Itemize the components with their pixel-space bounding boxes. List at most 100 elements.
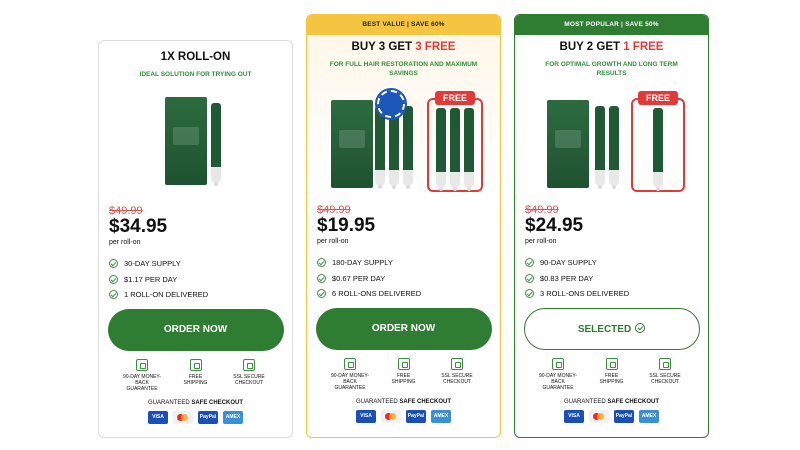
free-tag: FREE (637, 91, 679, 105)
price: $19.95 (317, 215, 376, 236)
safe-checkout-label: GUARANTEED SAFE CHECKOUT (147, 399, 243, 406)
payment-methods: VISA PayPal AMEX (99, 410, 292, 424)
pricing-card-1x: 1X ROLL-ON IDEAL SOLUTION FOR TRYING OUT… (98, 40, 293, 438)
check-icon (317, 273, 326, 283)
visa-icon: VISA (148, 410, 168, 424)
money-back-badge: 90-DAY MONEY-BACK GUARANTEE (533, 357, 583, 391)
lock-icon (451, 357, 463, 370)
order-now-button[interactable]: ORDER NOW (315, 307, 492, 350)
paypal-icon: PayPal (406, 409, 426, 423)
roll-on-tube (389, 106, 399, 189)
roll-on-tube (436, 108, 446, 191)
product-box (331, 100, 373, 188)
truck-icon (397, 357, 410, 370)
amex-icon: AMEX (223, 410, 243, 424)
feature-item: 30-DAY SUPPLY (109, 256, 292, 272)
feature-item: 3 ROLL-ONS DELIVERED (525, 286, 708, 302)
money-back-icon (344, 357, 356, 370)
check-icon (109, 259, 118, 269)
lock-icon (243, 358, 255, 371)
lock-icon (659, 357, 671, 370)
truck-icon (189, 358, 202, 371)
price-unit: per roll-on (109, 239, 141, 246)
feature-item: $0.67 PER DAY (317, 271, 500, 287)
card-content: 1X ROLL-ON IDEAL SOLUTION FOR TRYING OUT… (99, 51, 292, 424)
check-icon (109, 290, 118, 300)
money-back-badge: 90-DAY MONEY-BACK GUARANTEE (325, 357, 375, 391)
feature-item: $0.83 PER DAY (525, 271, 708, 287)
paypal-icon: PayPal (614, 409, 634, 423)
roll-on-tube (450, 108, 460, 191)
product-image: FREE (307, 88, 500, 196)
mastercard-icon (589, 409, 609, 423)
mastercard-icon (381, 409, 401, 423)
roll-on-tube (464, 108, 474, 191)
product-box (547, 100, 589, 188)
card-subtitle: FOR FULL HAIR RESTORATION AND MAXIMUM SA… (329, 61, 478, 77)
ssl-badge: SSL SECURE CHECKOUT (224, 358, 274, 392)
product-image (99, 89, 292, 197)
pricing-card-buy3: BEST VALUE | SAVE 60% BUY 3 GET 3 FREE F… (306, 14, 501, 438)
visa-icon: VISA (564, 409, 584, 423)
roll-on-tube (609, 106, 619, 189)
card-subtitle: FOR OPTIMAL GROWTH AND LONG TERM RESULTS (545, 61, 678, 77)
check-icon (525, 258, 534, 268)
card-title: BUY 2 GET 1 FREE (559, 41, 664, 53)
trust-badges: 90-DAY MONEY-BACK GUARANTEE FREE SHIPPING … (117, 358, 274, 392)
order-now-button[interactable]: ORDER NOW (107, 308, 284, 351)
shipping-badge: FREE SHIPPING (171, 358, 221, 392)
roll-on-tube (375, 106, 385, 189)
check-icon (525, 289, 534, 299)
trust-badges: 90-DAY MONEY-BACK GUARANTEE FREE SHIPPING … (533, 357, 690, 391)
amex-icon: AMEX (639, 409, 659, 423)
feature-item: 1 ROLL-ON DELIVERED (109, 287, 292, 303)
amex-icon: AMEX (431, 409, 451, 423)
safe-checkout-label: GUARANTEED SAFE CHECKOUT (563, 398, 659, 405)
trust-badges: 90-DAY MONEY-BACK GUARANTEE FREE SHIPPING … (325, 357, 482, 391)
product-image: FREE (515, 88, 708, 196)
free-items-box: FREE (631, 91, 685, 192)
price-unit: per roll-on (525, 238, 557, 245)
free-items-box: FREE (427, 91, 483, 192)
ssl-badge: SSL SECURE CHECKOUT (432, 357, 482, 391)
feature-item: 90-DAY SUPPLY (525, 255, 708, 271)
money-back-badge: 90-DAY MONEY-BACK GUARANTEE (117, 358, 167, 392)
product-box (165, 97, 207, 185)
check-icon (109, 274, 118, 284)
feature-list: 180-DAY SUPPLY $0.67 PER DAY 6 ROLL-ONS … (317, 255, 500, 302)
price: $24.95 (525, 215, 584, 236)
payment-methods: VISA PayPal AMEX (307, 409, 500, 423)
price: $34.95 (109, 216, 168, 237)
feature-list: 90-DAY SUPPLY $0.83 PER DAY 3 ROLL-ONS D… (525, 255, 708, 302)
safe-checkout-label: GUARANTEED SAFE CHECKOUT (355, 398, 451, 405)
approval-seal-icon (375, 88, 407, 120)
feature-list: 30-DAY SUPPLY $1.17 PER DAY 1 ROLL-ON DE… (109, 256, 292, 303)
roll-on-tube (403, 106, 413, 189)
check-circle-icon (635, 322, 646, 333)
truck-icon (605, 357, 618, 370)
money-back-icon (552, 357, 564, 370)
mastercard-icon (173, 410, 193, 424)
shipping-badge: FREE SHIPPING (587, 357, 637, 391)
best-value-ribbon: BEST VALUE | SAVE 60% (307, 15, 500, 35)
check-icon (317, 258, 326, 268)
shipping-badge: FREE SHIPPING (379, 357, 429, 391)
check-icon (317, 289, 326, 299)
feature-item: 6 ROLL-ONS DELIVERED (317, 286, 500, 302)
free-tag: FREE (434, 91, 476, 105)
card-subtitle: IDEAL SOLUTION FOR TRYING OUT (139, 71, 252, 78)
ssl-badge: SSL SECURE CHECKOUT (640, 357, 690, 391)
payment-methods: VISA PayPal AMEX (515, 409, 708, 423)
roll-on-tube (595, 106, 605, 189)
selected-button[interactable]: SELECTED (523, 307, 700, 350)
card-content: BUY 2 GET 1 FREE FOR OPTIMAL GROWTH AND … (515, 41, 708, 423)
card-content: BUY 3 GET 3 FREE FOR FULL HAIR RESTORATI… (307, 41, 500, 423)
card-title: BUY 3 GET 3 FREE (351, 41, 456, 53)
check-icon (525, 273, 534, 283)
roll-on-tube (653, 108, 663, 191)
visa-icon: VISA (356, 409, 376, 423)
card-title: 1X ROLL-ON (160, 51, 231, 63)
most-popular-ribbon: MOST POPULAR | SAVE 50% (515, 15, 708, 35)
feature-item: 180-DAY SUPPLY (317, 255, 500, 271)
money-back-icon (136, 358, 148, 371)
